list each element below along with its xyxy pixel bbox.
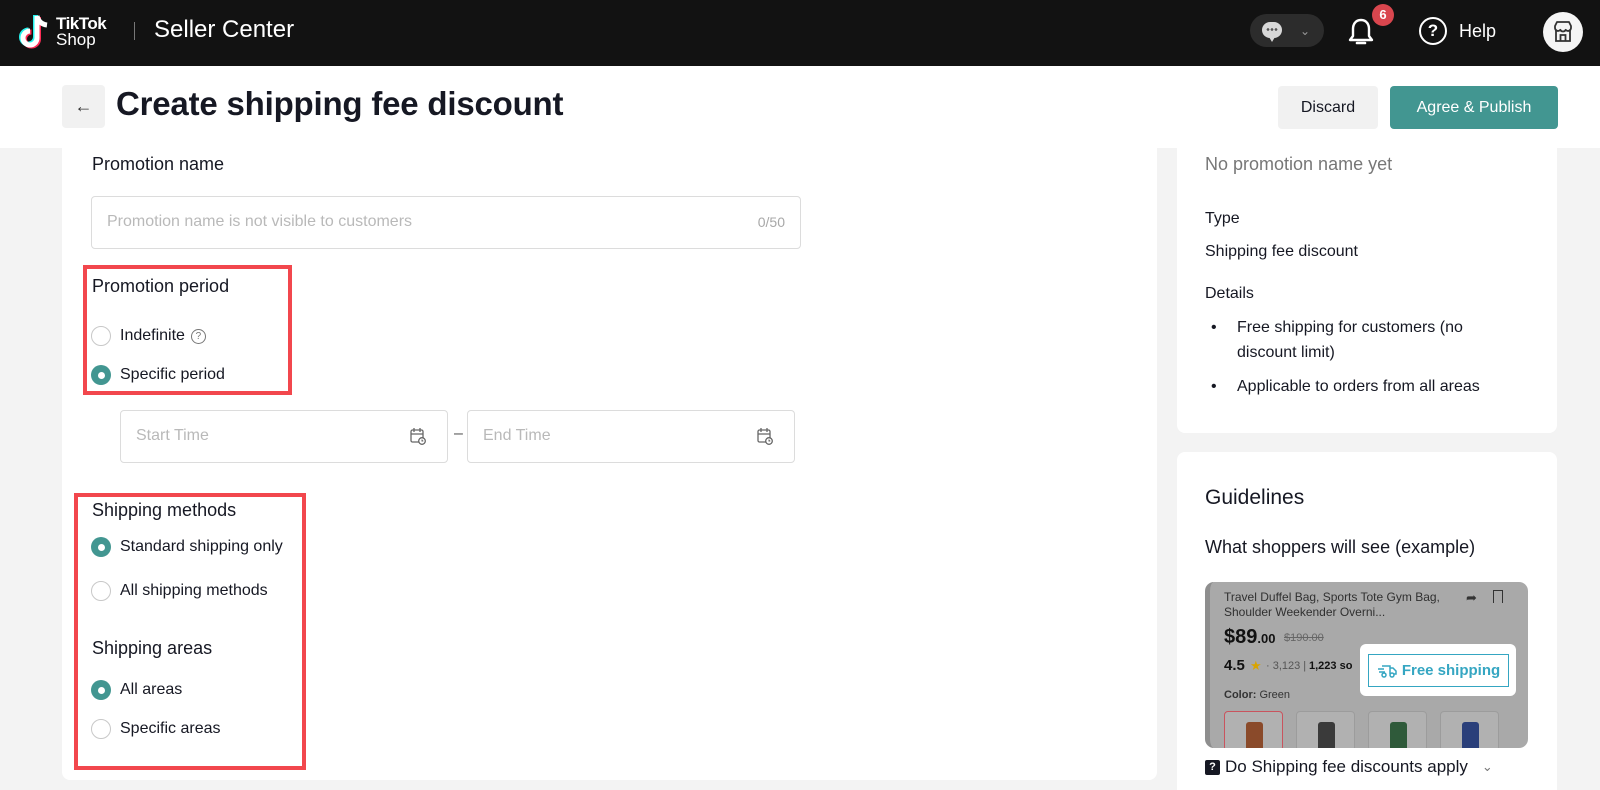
page-header: ← Create shipping fee discount Discard A… <box>0 66 1600 148</box>
app-title: Seller Center <box>154 16 295 43</box>
radio-label: Indefinite <box>120 327 185 344</box>
messages-button[interactable]: ⌄ <box>1250 14 1324 47</box>
radio-label: All areas <box>120 681 183 698</box>
summary-type-label: Type <box>1205 210 1240 227</box>
free-shipping-label: Free shipping <box>1401 662 1501 679</box>
radio-button[interactable] <box>91 719 111 739</box>
radio-button[interactable] <box>91 326 111 346</box>
color-swatch <box>1296 711 1355 748</box>
page-title: Create shipping fee discount <box>116 85 564 122</box>
summary-promotion-name: No promotion name yet <box>1205 154 1393 174</box>
help-circle-icon[interactable]: ? <box>1419 17 1447 45</box>
calendar-clock-icon <box>410 428 426 445</box>
example-review-count: · 3,123 | <box>1266 660 1307 672</box>
example-rating: 4.5 <box>1224 657 1245 674</box>
faq-question: Do Shipping fee discounts apply <box>1225 757 1468 776</box>
detail-text: Free shipping for customers (no discount… <box>1237 319 1463 361</box>
summary-detail-item: Applicable to orders from all areas <box>1211 374 1523 399</box>
swatch-bag-image <box>1462 722 1479 748</box>
chevron-down-icon: ⌄ <box>1300 24 1311 38</box>
chevron-down-icon[interactable]: ⌄ <box>1482 759 1493 775</box>
end-time-placeholder: End Time <box>483 427 551 444</box>
chat-dots <box>1266 28 1278 31</box>
radio-all-shipping-methods[interactable]: All shipping methods <box>91 581 268 601</box>
radio-button-selected[interactable] <box>91 680 111 700</box>
summary-detail-item: Free shipping for customers (no discount… <box>1211 315 1523 365</box>
calendar-clock-icon <box>757 428 773 445</box>
free-shipping-tag: Free shipping <box>1368 654 1509 687</box>
promotion-name-label: Promotion name <box>92 154 225 174</box>
example-old-price: $190.00 <box>1284 632 1324 644</box>
promotion-form: Promotion name Promotion name is not vis… <box>62 148 1157 780</box>
color-label: Color: <box>1224 689 1257 701</box>
radio-label: Specific areas <box>120 720 221 737</box>
swatch-bag-image <box>1246 722 1263 748</box>
help-link[interactable]: Help <box>1459 21 1496 42</box>
radio-specific-areas[interactable]: Specific areas <box>91 719 221 739</box>
star-icon: ★ <box>1250 658 1262 673</box>
bookmark-icon <box>1493 590 1503 603</box>
example-color: Color: Green <box>1224 689 1290 701</box>
color-value: Green <box>1259 689 1291 701</box>
shopper-preview-example: Travel Duffel Bag, Sports Tote Gym Bag, … <box>1205 582 1528 748</box>
radio-button-selected[interactable] <box>91 537 111 557</box>
discard-button[interactable]: Discard <box>1278 86 1378 129</box>
bell-icon[interactable] <box>1347 17 1375 47</box>
help-tooltip-icon[interactable]: ? <box>190 328 206 344</box>
promotion-period-label: Promotion period <box>92 276 230 296</box>
end-time-input[interactable]: End Time <box>467 410 795 463</box>
store-avatar-button[interactable] <box>1543 12 1583 52</box>
truck-icon <box>1377 664 1397 678</box>
detail-text: Applicable to orders from all areas <box>1237 378 1480 395</box>
shipping-areas-label: Shipping areas <box>92 638 213 658</box>
radio-label: Standard shipping only <box>120 538 283 555</box>
store-icon <box>1554 21 1572 42</box>
back-button[interactable]: ← <box>62 85 105 128</box>
tiktok-shop-logo[interactable]: TikTok Shop <box>18 12 107 52</box>
radio-button-selected[interactable] <box>91 365 111 385</box>
example-product-title: Travel Duffel Bag, Sports Tote Gym Bag, … <box>1224 590 1440 619</box>
summary-details-label: Details <box>1205 285 1254 302</box>
radio-all-areas[interactable]: All areas <box>91 680 182 700</box>
price-main: $89 <box>1224 626 1258 648</box>
question-icon: ? <box>1205 759 1220 775</box>
example-sold-count: 1,223 so <box>1309 660 1353 672</box>
color-swatch <box>1440 711 1499 748</box>
color-swatch <box>1368 711 1427 748</box>
radio-label: All shipping methods <box>120 582 268 599</box>
promotion-name-placeholder: Promotion name is not visible to custome… <box>107 213 413 230</box>
tiktok-logo-icon <box>19 15 48 49</box>
share-icon: ➦ <box>1466 590 1477 605</box>
free-shipping-callout: Free shipping <box>1360 644 1516 696</box>
guidelines-title: Guidelines <box>1205 486 1305 509</box>
example-price: $89.00 <box>1224 626 1275 649</box>
nav-divider <box>134 22 135 40</box>
swatch-bag-image <box>1318 722 1335 748</box>
promotion-name-input[interactable]: Promotion name is not visible to custome… <box>91 196 801 249</box>
guidelines-subtitle: What shoppers will see (example) <box>1205 537 1476 557</box>
date-range-separator: – <box>454 425 463 442</box>
radio-standard-shipping[interactable]: Standard shipping only <box>91 537 283 557</box>
radio-specific-period[interactable]: Specific period <box>91 365 225 385</box>
radio-indefinite[interactable]: Indefinite ? <box>91 326 206 346</box>
radio-button[interactable] <box>91 581 111 601</box>
guidelines-panel: Guidelines What shoppers will see (examp… <box>1177 452 1557 790</box>
character-counter: 0/50 <box>757 214 785 230</box>
summary-type-value: Shipping fee discount <box>1205 243 1358 260</box>
logo-text-shop: Shop <box>56 30 96 49</box>
top-nav: TikTok Shop Seller Center ⌄ 6 ? Help <box>0 0 1600 66</box>
shipping-methods-label: Shipping methods <box>92 500 237 520</box>
notification-badge: 6 <box>1372 4 1394 26</box>
swatch-bag-image <box>1390 722 1407 748</box>
price-cents: .00 <box>1257 631 1276 646</box>
promotion-summary: No promotion name yet Type Shipping fee … <box>1177 148 1557 433</box>
start-time-input[interactable]: Start Time <box>120 410 448 463</box>
faq-item[interactable]: ? Do Shipping fee discounts apply ⌄ <box>1205 757 1493 777</box>
start-time-placeholder: Start Time <box>136 427 209 444</box>
color-swatch <box>1224 711 1283 748</box>
agree-publish-button[interactable]: Agree & Publish <box>1390 86 1558 129</box>
radio-label: Specific period <box>120 366 225 383</box>
